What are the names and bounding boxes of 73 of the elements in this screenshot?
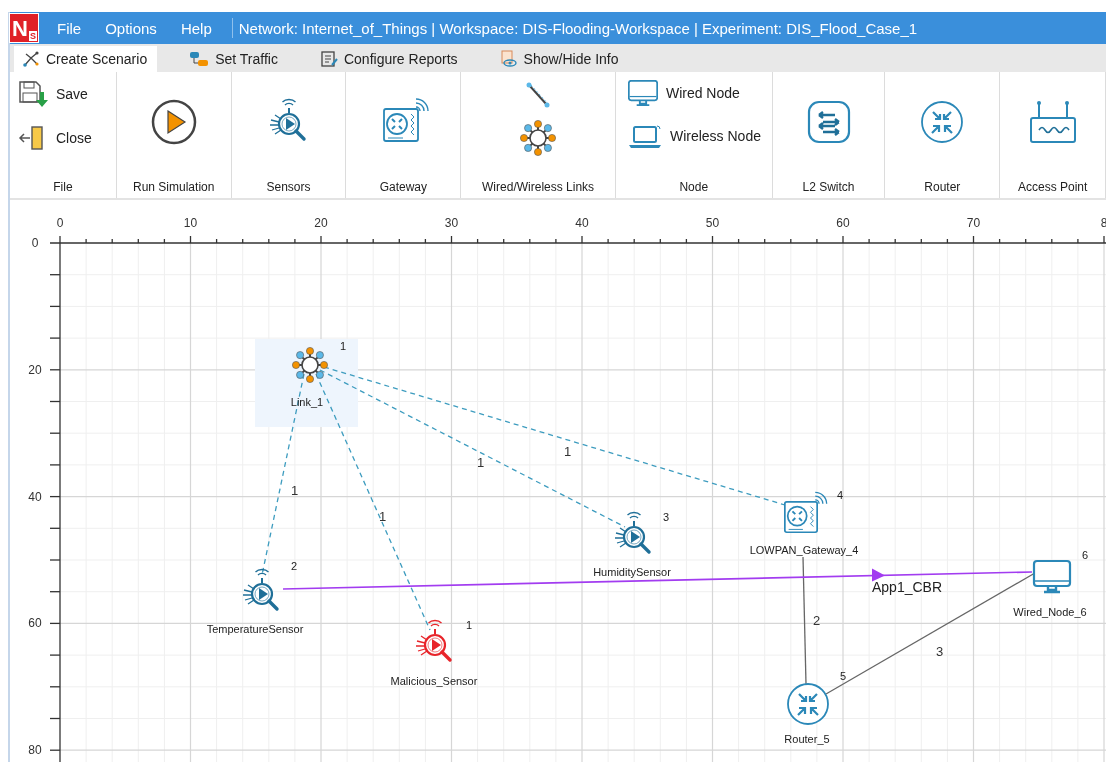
ruler-label: 50 bbox=[705, 216, 720, 230]
node-label: Link_1 bbox=[290, 396, 324, 408]
ribbon-button[interactable]: Wireless Node bbox=[621, 118, 772, 154]
group-label: Run Simulation bbox=[132, 180, 216, 194]
hub-icon[interactable] bbox=[292, 347, 328, 383]
ribbon-button[interactable]: Wired Node bbox=[621, 76, 772, 110]
window-title: Network: Internet_of_Things | Workspace: DIS-Flooding-Workspace | Experiment: DIS_Flood_Case_1 bbox=[238, 19, 918, 37]
logo-letter: N bbox=[12, 17, 28, 41]
group-label: Gateway bbox=[378, 180, 428, 194]
ruler-label: 70 bbox=[966, 216, 981, 230]
node-number: 1 bbox=[340, 340, 347, 352]
traffic-icon bbox=[189, 50, 210, 68]
link-number: 2 bbox=[813, 613, 821, 628]
monitor-icon[interactable] bbox=[1032, 559, 1072, 594]
logo-sub: S bbox=[28, 31, 37, 41]
ruler-label: 0 bbox=[56, 216, 64, 230]
ruler-label: 10 bbox=[183, 216, 198, 230]
report-icon bbox=[319, 50, 338, 68]
link-number: 1 bbox=[379, 509, 387, 524]
sensor-icon[interactable] bbox=[614, 511, 651, 554]
node-number: 6 bbox=[1082, 549, 1089, 561]
ruler-label: 40 bbox=[28, 489, 42, 504]
play-icon bbox=[149, 98, 198, 146]
ribbon-button[interactable] bbox=[518, 118, 559, 158]
link-number: 1 bbox=[477, 455, 485, 470]
node-label: HumiditySensor bbox=[593, 566, 671, 578]
sensor-icon[interactable] bbox=[415, 619, 452, 662]
gateway-icon[interactable] bbox=[784, 491, 828, 534]
ruler-label: 8 bbox=[1100, 216, 1106, 230]
tab[interactable]: Set Traffic bbox=[181, 46, 288, 72]
sensor-icon[interactable] bbox=[242, 568, 279, 611]
node-label: Wired_Node_6 bbox=[1013, 606, 1087, 618]
node-label: Router_5 bbox=[784, 733, 830, 745]
node-number: 4 bbox=[837, 489, 844, 501]
group-label: Router bbox=[923, 180, 962, 194]
wired-link[interactable] bbox=[802, 556, 807, 685]
ruler-label: 20 bbox=[28, 362, 42, 377]
ruler-label: 0 bbox=[31, 236, 39, 250]
group-label: Wired/Wireless Links bbox=[481, 180, 596, 194]
link-number: 1 bbox=[291, 483, 299, 498]
laptop-icon bbox=[627, 122, 662, 150]
ribbon-button[interactable]: Save bbox=[12, 76, 116, 112]
group-label: Sensors bbox=[265, 180, 312, 194]
group-label: L2 Switch bbox=[801, 180, 856, 194]
group-label: File bbox=[52, 180, 74, 194]
ruler-label: 60 bbox=[836, 216, 850, 230]
node-number: 5 bbox=[840, 670, 847, 682]
ribbon-button[interactable]: Close bbox=[12, 120, 116, 156]
link-number: 3 bbox=[936, 644, 944, 659]
node-number: 1 bbox=[466, 619, 473, 631]
application-label: App1_CBR bbox=[872, 579, 943, 595]
router-icon[interactable] bbox=[787, 683, 829, 725]
group-label: Node bbox=[678, 180, 710, 194]
tab[interactable]: Show/Hide Info bbox=[491, 46, 629, 72]
group-label: Access Point bbox=[1016, 180, 1089, 194]
network-icon bbox=[22, 50, 40, 68]
hub-icon bbox=[520, 120, 557, 156]
tab[interactable]: Configure Reports bbox=[311, 46, 468, 72]
ruler-label: 20 bbox=[314, 216, 328, 230]
node-number: 2 bbox=[291, 560, 298, 572]
node-label: LOWPAN_Gateway_4 bbox=[749, 544, 859, 556]
save-icon bbox=[18, 80, 48, 108]
monitor-icon bbox=[627, 80, 658, 106]
ruler-label: 60 bbox=[28, 616, 42, 631]
ruler-label: 80 bbox=[28, 743, 42, 758]
link-number: 1 bbox=[564, 444, 572, 459]
eye-icon bbox=[499, 50, 518, 68]
ruler-label: 30 bbox=[444, 216, 459, 230]
ruler-label: 40 bbox=[575, 216, 589, 230]
node-label: TemperatureSensor bbox=[206, 623, 304, 635]
node-number: 3 bbox=[663, 511, 670, 523]
tab[interactable]: Create Scenario bbox=[14, 46, 158, 72]
node-label: Malicious_Sensor bbox=[390, 675, 478, 687]
